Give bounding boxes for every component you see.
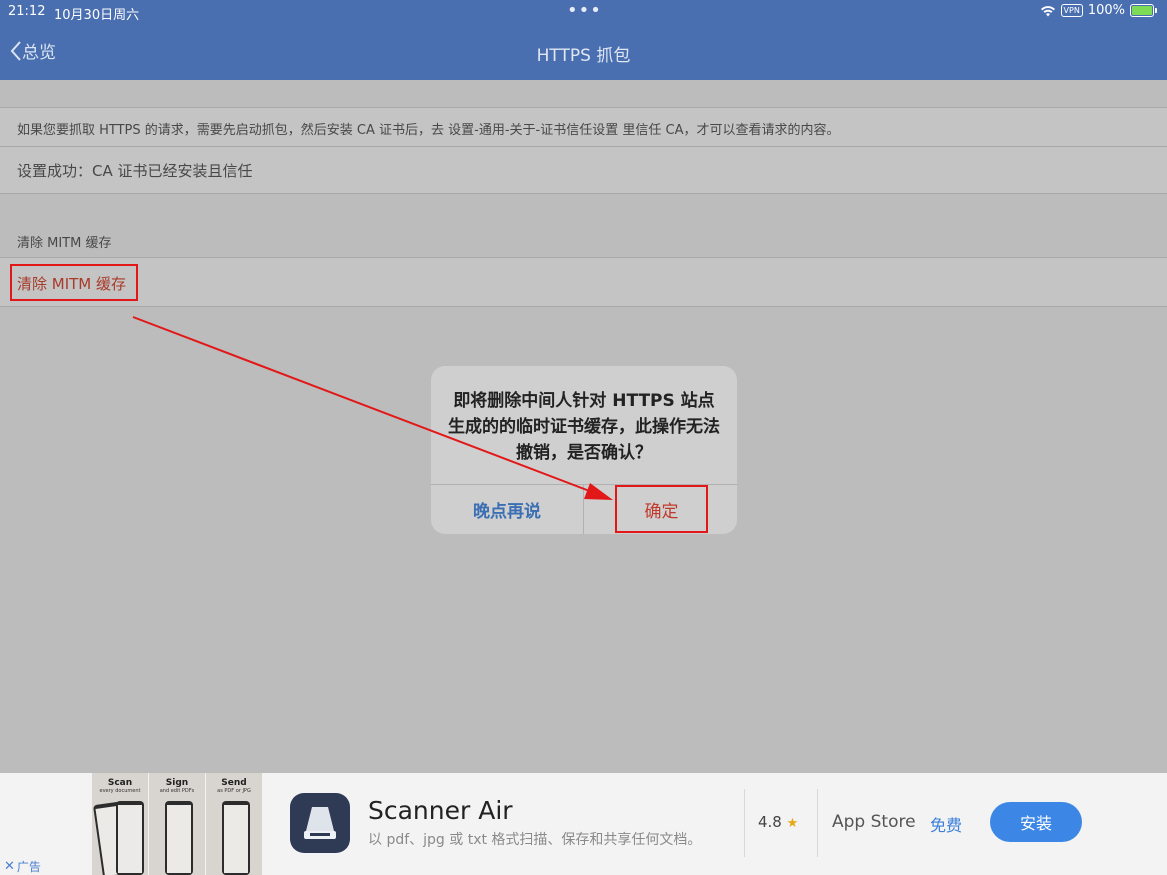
ad-price: 免费 — [930, 816, 963, 835]
battery-percent: 100% — [1087, 3, 1125, 18]
ad-store-name: App Store — [832, 812, 916, 832]
highlight-box-clear — [10, 264, 138, 301]
star-icon: ★ — [786, 816, 799, 831]
ad-cell-desc-3: as PDF or JPG — [217, 788, 251, 794]
status-date: 10月30日周六 — [54, 8, 140, 23]
multitasking-dots[interactable]: ••• — [567, 0, 602, 21]
rating-value: 4.8 — [758, 813, 782, 831]
status-indicators: VPN 100% — [1040, 3, 1157, 18]
battery-icon — [1130, 4, 1154, 17]
wifi-icon — [1040, 5, 1055, 16]
install-button[interactable]: 安装 — [990, 802, 1082, 842]
page-title: HTTPS 抓包 — [536, 46, 631, 66]
later-button[interactable]: 晚点再说 — [431, 484, 583, 534]
ad-description: 以 pdf、jpg 或 txt 格式扫描、保存和共享任何文档。 — [368, 832, 702, 848]
vpn-badge: VPN — [1060, 4, 1083, 17]
status-text: 设置成功：CA 证书已经安装且信任 — [17, 162, 253, 180]
status-time: 21:12 — [8, 4, 46, 19]
dialog-message: 即将删除中间人针对 HTTPS 站点生成的的临时证书缓存，此操作无法撤销，是否确… — [448, 391, 720, 463]
ad-rating: 4.8 ★ — [758, 813, 798, 831]
info-text: 如果您要抓取 HTTPS 的请求，需要先启动抓包，然后安装 CA 证书后，去 设… — [17, 123, 840, 138]
app-icon[interactable] — [290, 793, 350, 853]
close-icon[interactable]: ✕ — [4, 859, 15, 874]
ad-screenshot-scan: Scan every document — [92, 773, 148, 875]
ad-screenshot-sign: Sign and edit PDFs — [149, 773, 205, 875]
ad-app-name: Scanner Air — [368, 796, 513, 825]
section-header: 清除 MITM 缓存 — [17, 236, 112, 251]
scanner-icon — [304, 807, 336, 839]
highlight-box-confirm — [615, 485, 708, 533]
ad-screenshot-send: Send as PDF or JPG — [206, 773, 262, 875]
ad-label[interactable]: ✕ 广告 — [4, 858, 41, 875]
